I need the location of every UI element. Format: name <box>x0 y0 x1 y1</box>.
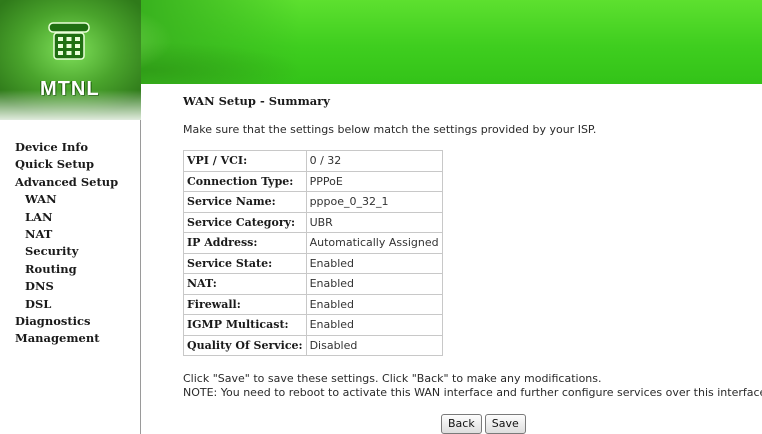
summary-key: Service Category: <box>183 211 307 233</box>
wan-summary-table: VPI / VCI: 0 / 32 Connection Type: PPPoE Ser… <box>183 150 443 356</box>
table-row: Service Category: UBR <box>183 211 443 233</box>
table-row: Quality Of Service: Disabled <box>183 334 443 356</box>
summary-key: IGMP Multicast: <box>183 314 307 336</box>
table-row: NAT: Enabled <box>183 273 443 295</box>
sidebar-item-dsl[interactable]: DSL <box>15 296 118 313</box>
summary-value: Automatically Assigned <box>305 232 443 254</box>
summary-value: Enabled <box>305 314 443 336</box>
summary-value: Enabled <box>305 273 443 295</box>
sidebar-item-routing[interactable]: Routing <box>15 261 118 278</box>
footer-reboot-note: NOTE: You need to reboot to activate thi… <box>183 386 762 399</box>
summary-value: Enabled <box>305 252 443 274</box>
summary-key: Quality Of Service: <box>183 334 307 356</box>
sidebar-item-security[interactable]: Security <box>15 243 118 260</box>
table-row: Firewall: Enabled <box>183 293 443 315</box>
brand-name: MTNL <box>40 78 100 100</box>
footer-instruction: Click "Save" to save these settings. Cli… <box>183 372 602 385</box>
sidebar-item-diagnostics[interactable]: Diagnostics <box>15 313 118 330</box>
table-row: VPI / VCI: 0 / 32 <box>183 150 443 172</box>
summary-value: PPPoE <box>305 170 443 192</box>
table-row: Service State: Enabled <box>183 252 443 274</box>
page-title: WAN Setup - Summary <box>183 94 330 108</box>
table-row: Service Name: pppoe_0_32_1 <box>183 191 443 213</box>
summary-key: Connection Type: <box>183 170 307 192</box>
table-row: IP Address: Automatically Assigned <box>183 232 443 254</box>
summary-value: Disabled <box>305 334 443 356</box>
sidebar-item-dns[interactable]: DNS <box>15 278 118 295</box>
summary-key: Service State: <box>183 252 307 274</box>
summary-key: IP Address: <box>183 232 307 254</box>
sidebar-item-wan[interactable]: WAN <box>15 191 118 208</box>
summary-key: Service Name: <box>183 191 307 213</box>
sidebar-item-lan[interactable]: LAN <box>15 209 118 226</box>
summary-key: VPI / VCI: <box>183 150 307 172</box>
summary-value: Enabled <box>305 293 443 315</box>
sidebar-nav: Device Info Quick Setup Advanced Setup WAN L… <box>15 139 118 348</box>
table-row: Connection Type: PPPoE <box>183 170 443 192</box>
summary-key: Firewall: <box>183 293 307 315</box>
summary-value: pppoe_0_32_1 <box>305 191 443 213</box>
intro-text: Make sure that the settings below match … <box>183 123 597 136</box>
footer-note: Click "Save" to save these settings. Cli… <box>183 372 762 400</box>
save-button[interactable]: Save <box>484 414 526 434</box>
table-row: IGMP Multicast: Enabled <box>183 314 443 336</box>
sidebar: Device Info Quick Setup Advanced Setup WAN L… <box>0 120 141 434</box>
sidebar-item-advanced-setup[interactable]: Advanced Setup <box>15 174 118 191</box>
summary-value: 0 / 32 <box>305 150 443 172</box>
sidebar-item-nat[interactable]: NAT <box>15 226 118 243</box>
back-button[interactable]: Back <box>441 414 482 434</box>
sidebar-item-management[interactable]: Management <box>15 330 118 347</box>
sidebar-item-quick-setup[interactable]: Quick Setup <box>15 156 118 173</box>
summary-key: NAT: <box>183 273 307 295</box>
summary-value: UBR <box>305 211 443 233</box>
logo-panel: MTNL <box>0 0 141 120</box>
action-buttons: Back Save <box>441 414 529 434</box>
sidebar-item-device-info[interactable]: Device Info <box>15 139 118 156</box>
telephone-logo-icon <box>48 22 90 60</box>
